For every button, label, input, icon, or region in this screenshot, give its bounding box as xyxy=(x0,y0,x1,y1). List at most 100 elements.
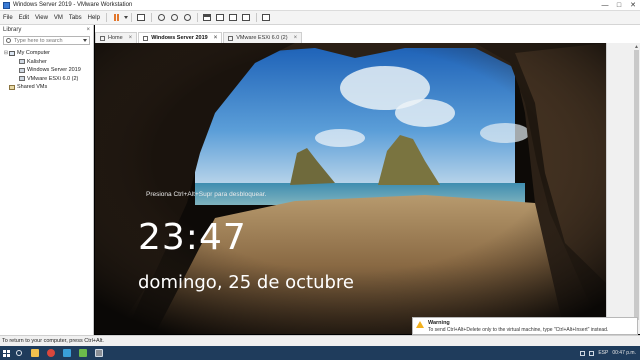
menu-vm[interactable]: VM xyxy=(51,15,66,21)
library-icon xyxy=(203,14,212,21)
warning-title: Warning xyxy=(428,320,450,326)
search-icon xyxy=(6,38,11,43)
close-button[interactable]: ✕ xyxy=(626,0,640,11)
library-tree-item[interactable]: Kalisher xyxy=(0,58,93,67)
show-library-button[interactable] xyxy=(203,13,212,22)
menu-edit[interactable]: Edit xyxy=(16,15,32,21)
thumbnail-bar-button[interactable] xyxy=(216,13,225,22)
vm-icon xyxy=(19,67,25,73)
library-search[interactable] xyxy=(3,36,90,45)
status-text: To return to your computer, press Ctrl+A… xyxy=(2,338,104,344)
menu-bar: File Edit View VM Tabs Help xyxy=(0,11,640,25)
scroll-up-icon[interactable]: ▲ xyxy=(633,43,640,50)
taskbar-clock[interactable]: 00:47 p.m. xyxy=(612,350,636,356)
tab-esxi-close-icon[interactable]: × xyxy=(294,35,298,41)
lockscreen-clock: 23:47 xyxy=(138,217,247,258)
minimize-button[interactable]: — xyxy=(598,0,612,11)
unity-button[interactable] xyxy=(242,13,251,22)
warning-toast[interactable]: Warning To send Ctrl+Alt+Delete only to … xyxy=(412,317,638,335)
library-tree-item[interactable]: Shared VMs xyxy=(0,83,93,92)
tab-windows-server-2019[interactable]: Windows Server 2019 × xyxy=(138,32,223,43)
snapshot-manager-icon xyxy=(183,14,191,21)
unlock-hint-text: Presiona Ctrl+Alt+Supr para desbloquear. xyxy=(146,191,267,198)
vm-icon xyxy=(143,35,149,41)
toolbar-separator xyxy=(255,13,257,22)
full-screen-icon xyxy=(229,14,238,21)
library-header: Library × xyxy=(0,25,93,35)
menu-tabs[interactable]: Tabs xyxy=(66,15,85,21)
library-panel: Library × ⊟My ComputerKalisher Windows Se… xyxy=(0,25,94,335)
pause-button[interactable] xyxy=(112,13,121,22)
menu-view[interactable]: View xyxy=(32,15,51,21)
library-title: Library xyxy=(3,27,22,33)
full-screen-button[interactable] xyxy=(229,13,238,22)
library-close-button[interactable]: × xyxy=(86,27,90,33)
thumbnail-icon xyxy=(216,14,225,21)
tab-home[interactable]: Home × xyxy=(95,32,138,43)
vertical-scrollbar[interactable]: ▲ ▼ xyxy=(633,43,640,334)
library-search-input[interactable] xyxy=(14,37,74,44)
taskbar-chrome-button[interactable] xyxy=(44,346,58,360)
warning-icon xyxy=(416,321,424,328)
vm-icon xyxy=(19,59,25,65)
unity-icon xyxy=(242,14,251,21)
library-tree-label: My Computer xyxy=(17,50,51,57)
revert-snapshot-button[interactable] xyxy=(170,13,179,22)
snapshot-manager-button[interactable] xyxy=(183,13,192,22)
volume-icon[interactable] xyxy=(589,350,595,356)
pause-icon xyxy=(113,14,119,21)
library-tree-label: Windows Server 2019 xyxy=(27,67,81,74)
tab-windows-server-close-icon[interactable]: × xyxy=(214,35,218,41)
vm-icon xyxy=(228,35,234,41)
lockscreen-date: domingo, 25 de octubre xyxy=(138,272,354,293)
taskbar-explorer-button[interactable] xyxy=(28,346,42,360)
windows-taskbar: ESP 00:47 p.m. xyxy=(0,346,640,360)
send-ctrl-alt-del-button[interactable] xyxy=(137,13,146,22)
library-tree-item[interactable]: ⊟ My Computer xyxy=(0,49,93,58)
app-icon xyxy=(63,349,71,357)
toolbar-separator xyxy=(196,13,198,22)
start-button[interactable] xyxy=(0,346,12,360)
keyboard-icon xyxy=(137,14,146,21)
menu-file[interactable]: File xyxy=(0,15,16,21)
scroll-thumb[interactable] xyxy=(634,50,639,320)
vmware-icon xyxy=(95,349,103,357)
vmware-app-icon xyxy=(3,1,10,9)
power-dropdown-icon[interactable] xyxy=(123,16,128,19)
shared-vms-icon xyxy=(9,84,15,90)
folder-icon xyxy=(31,349,39,357)
status-bar: To return to your computer, press Ctrl+A… xyxy=(0,335,640,346)
maximize-button[interactable]: □ xyxy=(612,0,626,11)
menu-help[interactable]: Help xyxy=(85,15,103,21)
vm-console[interactable]: Presiona Ctrl+Alt+Supr para desbloquear.… xyxy=(95,43,606,334)
tab-vmware-esxi[interactable]: VMware ESXi 6.0 (2) × xyxy=(223,32,303,43)
taskbar-app-button[interactable] xyxy=(76,346,90,360)
warning-message: To send Ctrl+Alt+Delete only to the virt… xyxy=(428,327,609,333)
taskbar-app-button[interactable] xyxy=(60,346,74,360)
language-indicator[interactable]: ESP xyxy=(598,350,608,356)
computer-icon xyxy=(9,50,15,56)
library-tree: ⊟ My Computer Kalisher Windows Server 2019 V… xyxy=(0,49,93,92)
snapshot-icon xyxy=(157,14,165,21)
toolbar-separator xyxy=(105,13,107,22)
library-tree-item[interactable]: VMware ESXi 6.0 (2) xyxy=(0,75,93,84)
search-dropdown-icon[interactable] xyxy=(83,39,87,42)
system-tray: ESP 00:47 p.m. xyxy=(580,350,640,356)
stretch-icon xyxy=(262,14,271,21)
library-tree-item[interactable]: Windows Server 2019 xyxy=(0,66,93,75)
tab-home-close-icon[interactable]: × xyxy=(129,35,133,41)
window-title: Windows Server 2019 - VMware Workstation xyxy=(13,2,133,8)
network-icon[interactable] xyxy=(580,350,586,356)
taskbar-vmware-button[interactable] xyxy=(92,346,106,360)
taskbar-search-button[interactable] xyxy=(12,346,26,360)
tab-esxi-label: VMware ESXi 6.0 (2) xyxy=(236,35,288,41)
window-controls: — □ ✕ xyxy=(598,0,640,11)
search-icon xyxy=(16,350,22,356)
tab-windows-server-label: Windows Server 2019 xyxy=(151,35,208,41)
title-bar: Windows Server 2019 - VMware Workstation… xyxy=(0,0,640,11)
snapshot-button[interactable] xyxy=(157,13,166,22)
browser-icon xyxy=(47,349,55,357)
stretch-guest-button[interactable] xyxy=(262,13,271,22)
library-tree-label: VMware ESXi 6.0 (2) xyxy=(27,75,79,82)
library-tree-label: Kalisher xyxy=(27,58,47,65)
